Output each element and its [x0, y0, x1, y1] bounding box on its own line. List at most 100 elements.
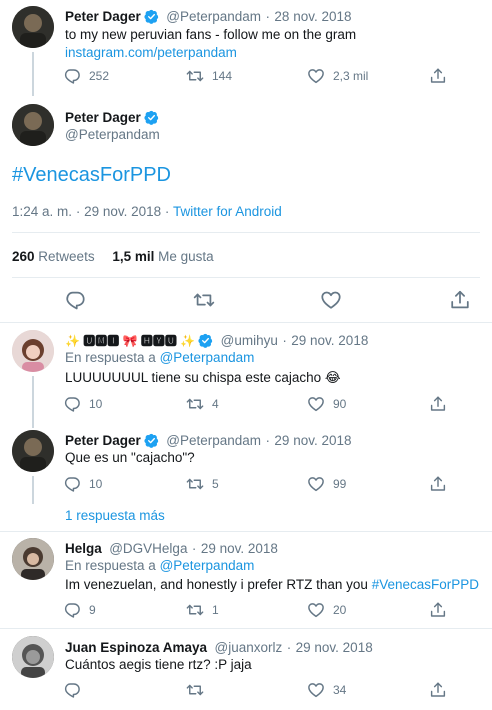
main-hashtag[interactable]: #VenecasForPPD — [12, 164, 171, 187]
reply1-header: ✨ 🆄🅼🅸 🎀 🅷🆈🆄 ✨ @umihyu · 29 nov. 2018 — [65, 332, 368, 350]
author-name[interactable]: Helga — [65, 541, 102, 556]
retweet-count: 4 — [212, 397, 219, 411]
like-button[interactable]: 34 — [307, 681, 346, 699]
reply-to-link[interactable]: @Peterpandam — [160, 558, 255, 573]
divider — [12, 277, 480, 278]
retweet-button[interactable]: 4 — [186, 395, 219, 413]
avatar-image — [12, 104, 54, 146]
share-button[interactable] — [429, 601, 455, 619]
avatar-image — [12, 430, 54, 472]
retweet-button[interactable]: 1 — [186, 601, 219, 619]
reply-prefix: En respuesta a — [65, 558, 156, 573]
main-timestamp: 1:24 a. m. · 29 nov. 2018 · Twitter for … — [12, 204, 282, 219]
reply3-text: Im venezuelan, and honestly i prefer RTZ… — [65, 577, 479, 592]
tweet-date[interactable]: 29 nov. 2018 — [201, 541, 278, 556]
like-icon — [307, 395, 325, 413]
share-icon — [429, 681, 447, 699]
share-button[interactable] — [429, 67, 455, 85]
retweets-label: Retweets — [38, 249, 95, 264]
author-name[interactable]: Peter Dager — [65, 9, 141, 24]
avatar-helga[interactable] — [12, 538, 54, 580]
reply4-header: Juan Espinoza Amaya @juanxorlz · 29 nov.… — [65, 639, 373, 657]
reply-icon — [63, 681, 81, 699]
like-icon — [307, 601, 325, 619]
author-name[interactable]: ✨ 🆄🅼🅸 🎀 🅷🆈🆄 ✨ — [65, 334, 195, 348]
tweet-source[interactable]: Twitter for Android — [173, 204, 282, 219]
retweet-button[interactable] — [186, 681, 212, 699]
avatar-peter-reply[interactable] — [12, 430, 54, 472]
retweets-count: 260 — [12, 249, 35, 264]
avatar-image — [12, 636, 54, 678]
tweet-date[interactable]: 29 nov. 2018 — [274, 433, 351, 448]
like-count: 90 — [333, 397, 347, 411]
likes-stat[interactable]: 1,5 mil Me gusta — [112, 249, 213, 264]
like-count: 34 — [333, 683, 347, 697]
retweets-stat[interactable]: 260 Retweets — [12, 249, 95, 264]
like-count: 20 — [333, 603, 347, 617]
like-button[interactable]: 20 — [307, 601, 346, 619]
retweet-button[interactable]: 5 — [186, 475, 219, 493]
reply-button[interactable] — [63, 681, 89, 699]
author-handle[interactable]: @DGVHelga — [109, 541, 187, 556]
author-name[interactable]: Peter Dager — [65, 433, 141, 448]
reply3-header: Helga @DGVHelga · 29 nov. 2018 — [65, 540, 278, 558]
share-button-main[interactable] — [449, 289, 479, 311]
like-icon — [307, 681, 325, 699]
avatar-juan[interactable] — [12, 636, 54, 678]
tweet-date[interactable]: 29 nov. 2018 — [296, 640, 373, 655]
avatar-peter[interactable] — [12, 6, 54, 48]
main-stats: 260 Retweets 1,5 mil Me gusta — [12, 249, 214, 264]
reply-button[interactable]: 252 — [63, 67, 109, 85]
show-more-replies[interactable]: 1 respuesta más — [65, 508, 165, 523]
avatar-umihyu[interactable] — [12, 330, 54, 372]
reply-button[interactable]: 10 — [63, 395, 102, 413]
reply-button[interactable]: 10 — [63, 475, 102, 493]
reply3-hashtag[interactable]: #VenecasForPPD — [372, 577, 479, 592]
share-button[interactable] — [429, 395, 455, 413]
author-handle[interactable]: @umihyu — [221, 333, 278, 348]
retweet-icon — [186, 395, 204, 413]
author-name[interactable]: Juan Espinoza Amaya — [65, 640, 207, 655]
avatar-image — [12, 538, 54, 580]
tweet-date[interactable]: 29 nov. 2018 — [84, 204, 161, 219]
retweet-button-main[interactable] — [193, 289, 223, 311]
verified-icon — [198, 333, 213, 348]
author-handle[interactable]: @Peterpandam — [166, 9, 261, 24]
like-button[interactable]: 2,3 mil — [307, 67, 368, 85]
author-handle[interactable]: @juanxorlz — [215, 640, 283, 655]
like-count: 99 — [333, 477, 347, 491]
like-button-main[interactable] — [320, 289, 350, 311]
reply-context: En respuesta a @Peterpandam — [65, 350, 254, 365]
tweet-date[interactable]: 28 nov. 2018 — [274, 9, 351, 24]
reply-button-main[interactable] — [64, 289, 94, 311]
divider — [0, 322, 492, 323]
reply-button[interactable]: 9 — [63, 601, 96, 619]
share-button[interactable] — [429, 475, 455, 493]
dot-separator: · — [75, 204, 81, 219]
author-handle[interactable]: @Peterpandam — [166, 433, 261, 448]
share-button[interactable] — [429, 681, 455, 699]
tweet1-link[interactable]: instagram.com/peterpandam — [65, 45, 237, 60]
verified-icon — [144, 9, 159, 24]
author-handle[interactable]: @Peterpandam — [65, 127, 160, 142]
thread-line — [32, 376, 34, 428]
like-icon — [307, 67, 325, 85]
reply4-text: Cuántos aegis tiene rtz? :P jaja — [65, 657, 252, 672]
retweet-icon — [186, 681, 204, 699]
main-author: Peter Dager — [65, 109, 159, 127]
reply-to-link[interactable]: @Peterpandam — [160, 350, 255, 365]
share-icon — [429, 475, 447, 493]
avatar-peter-main[interactable] — [12, 104, 54, 146]
reply-icon — [63, 67, 81, 85]
dot-separator: · — [191, 541, 197, 556]
tweet-date[interactable]: 29 nov. 2018 — [291, 333, 368, 348]
author-name[interactable]: Peter Dager — [65, 110, 141, 125]
retweet-button[interactable]: 144 — [186, 67, 232, 85]
reply-count: 10 — [89, 477, 103, 491]
reply2-header: Peter Dager @Peterpandam · 29 nov. 2018 — [65, 432, 352, 450]
retweet-count: 5 — [212, 477, 219, 491]
like-button[interactable]: 90 — [307, 395, 346, 413]
like-button[interactable]: 99 — [307, 475, 346, 493]
tweet-time[interactable]: 1:24 a. m. — [12, 204, 72, 219]
dot-separator: · — [265, 9, 270, 24]
